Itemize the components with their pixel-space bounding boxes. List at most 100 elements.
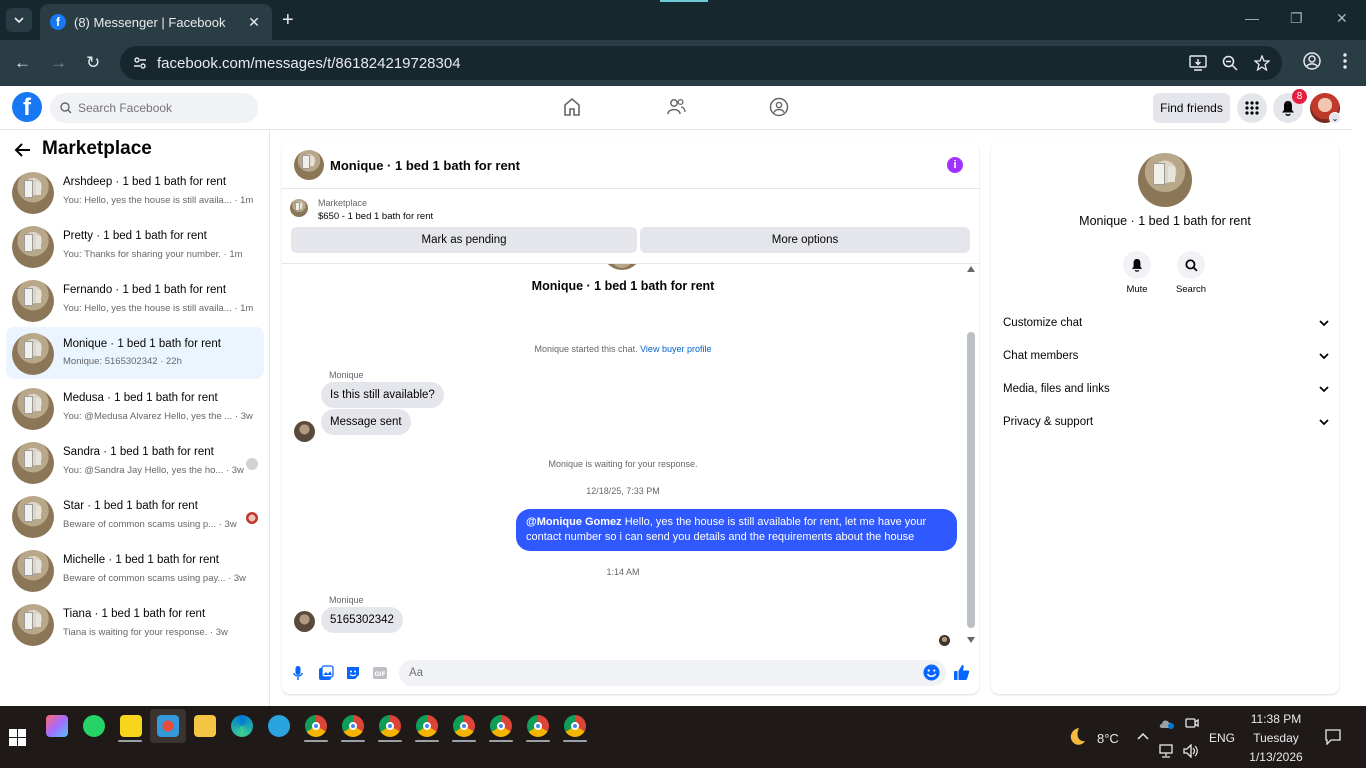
scroll-down-arrow-icon[interactable] — [967, 637, 975, 643]
chrome-icon[interactable] — [305, 715, 327, 737]
incoming-message[interactable]: Message sent — [321, 409, 411, 435]
telegram-icon[interactable] — [268, 715, 290, 737]
groups-icon[interactable] — [769, 97, 789, 117]
app-icon[interactable] — [157, 715, 179, 737]
chrome-icon[interactable] — [453, 715, 475, 737]
network-icon[interactable] — [1159, 744, 1177, 758]
sticky-notes-icon[interactable] — [120, 715, 142, 737]
conversation-item[interactable]: Pretty · 1 bed 1 bath for rent You: Than… — [6, 222, 264, 274]
friends-icon[interactable] — [666, 97, 686, 117]
new-tab-plus-icon[interactable]: + — [282, 9, 294, 32]
chat-members-section[interactable]: Chat members — [1003, 343, 1329, 369]
chrome-icon[interactable] — [564, 715, 586, 737]
forward-arrow-icon[interactable]: → — [50, 53, 67, 73]
whatsapp-icon[interactable] — [83, 715, 105, 737]
clock-date[interactable]: 1/13/2026 — [1244, 750, 1308, 764]
bookmark-star-icon[interactable] — [1254, 55, 1270, 71]
page-scrollbar[interactable] — [1352, 86, 1366, 706]
weather-moon-icon[interactable] — [1065, 726, 1087, 748]
outgoing-message[interactable]: @Monique Gomez Hello, yes the house is s… — [516, 509, 957, 551]
tab-search-button[interactable] — [6, 8, 32, 32]
chrome-icon[interactable] — [416, 715, 438, 737]
language-indicator[interactable]: ENG — [1209, 731, 1235, 745]
contact-avatar[interactable] — [1138, 153, 1192, 207]
mark-as-pending-button[interactable]: Mark as pending — [291, 227, 637, 253]
gif-icon[interactable]: GIF — [372, 665, 388, 681]
section-label: Chat members — [1003, 350, 1079, 362]
menu-grid-button[interactable] — [1237, 93, 1267, 123]
photo-icon[interactable] — [318, 665, 334, 681]
more-options-button[interactable]: More options — [640, 227, 970, 253]
scroll-up-arrow-icon[interactable] — [967, 266, 975, 272]
chat-title[interactable]: Monique · 1 bed 1 bath for rent — [330, 158, 520, 173]
profile-icon[interactable] — [1303, 52, 1321, 70]
mute-button[interactable]: Mute — [1112, 251, 1162, 295]
view-buyer-profile-link[interactable]: View buyer profile — [640, 344, 711, 354]
back-arrow-icon[interactable]: ← — [14, 53, 31, 73]
privacy-support-section[interactable]: Privacy & support — [1003, 409, 1329, 435]
conversation-item[interactable]: Arshdeep · 1 bed 1 bath for rent You: He… — [6, 168, 264, 220]
listing-thumbnail[interactable] — [290, 199, 308, 217]
clock-day[interactable]: Tuesday — [1244, 731, 1308, 745]
minimize-window-icon[interactable]: — — [1245, 10, 1259, 26]
browser-tab-messenger[interactable]: f (8) Messenger | Facebook ✕ — [40, 4, 272, 40]
chrome-icon[interactable] — [379, 715, 401, 737]
edge-icon[interactable] — [231, 715, 253, 737]
sender-avatar[interactable] — [294, 611, 315, 632]
message-input[interactable] — [399, 660, 946, 686]
facebook-logo-icon[interactable]: f — [12, 92, 42, 122]
maximize-window-icon[interactable]: ❐ — [1290, 10, 1303, 27]
onedrive-icon[interactable] — [1158, 716, 1176, 730]
chevron-up-icon[interactable] — [1137, 732, 1149, 741]
scrollbar-thumb[interactable] — [967, 332, 975, 628]
chrome-icon[interactable] — [342, 715, 364, 737]
chrome-icon[interactable] — [490, 715, 512, 737]
listing-price-title[interactable]: $650 - 1 bed 1 bath for rent — [318, 211, 433, 222]
account-chevron-down-icon[interactable]: ⌄ — [1329, 112, 1341, 124]
install-app-icon[interactable] — [1189, 55, 1207, 71]
back-arrow-icon[interactable] — [14, 142, 32, 158]
reload-icon[interactable]: ↻ — [86, 53, 100, 73]
windows-start-icon[interactable] — [9, 729, 26, 746]
conversation-item[interactable]: Fernando · 1 bed 1 bath for rent You: He… — [6, 276, 264, 328]
copilot-icon[interactable] — [46, 715, 68, 737]
sender-avatar[interactable] — [294, 421, 315, 442]
info-icon[interactable]: i — [947, 157, 963, 173]
emoji-icon[interactable] — [923, 664, 940, 681]
conversation-item[interactable]: Medusa · 1 bed 1 bath for rent You: @Med… — [6, 384, 264, 436]
customize-chat-section[interactable]: Customize chat — [1003, 310, 1329, 336]
mention[interactable]: @Monique Gomez — [526, 516, 622, 528]
conversation-item-active[interactable]: Monique · 1 bed 1 bath for rent Monique:… — [6, 327, 264, 379]
temperature[interactable]: 8°C — [1097, 731, 1119, 746]
conversation-item[interactable]: Michelle · 1 bed 1 bath for rent Beware … — [6, 546, 264, 598]
volume-icon[interactable] — [1183, 744, 1199, 758]
browser-menu-icon[interactable] — [1342, 52, 1348, 70]
conversation-preview: You: Hello, yes the house is still avail… — [63, 303, 254, 314]
site-settings-tune-icon[interactable] — [132, 55, 148, 71]
incoming-message[interactable]: Is this still available? — [321, 382, 444, 408]
search-in-conversation-button[interactable]: Search — [1166, 251, 1216, 295]
search-input[interactable] — [78, 101, 248, 115]
meet-now-icon[interactable] — [1185, 716, 1199, 730]
conversation-item[interactable]: Tiana · 1 bed 1 bath for rent Tiana is w… — [6, 600, 264, 652]
find-friends-button[interactable]: Find friends — [1153, 93, 1230, 123]
zoom-magnifier-icon[interactable] — [1222, 55, 1238, 71]
conversation-item[interactable]: Sandra · 1 bed 1 bath for rent You: @San… — [6, 438, 264, 490]
incoming-message[interactable]: 5165302342 — [321, 607, 403, 633]
sticker-icon[interactable] — [345, 665, 361, 681]
thumbs-up-icon[interactable] — [953, 664, 970, 681]
chat-avatar[interactable] — [294, 150, 324, 180]
clock-time[interactable]: 11:38 PM — [1244, 712, 1308, 726]
file-explorer-icon[interactable] — [194, 715, 216, 737]
media-files-links-section[interactable]: Media, files and links — [1003, 376, 1329, 402]
chrome-icon[interactable] — [527, 715, 549, 737]
address-bar[interactable]: facebook.com/messages/t/861824219728304 — [120, 46, 1282, 80]
tab-close-icon[interactable]: ✕ — [246, 14, 262, 31]
notification-center-icon[interactable] — [1325, 729, 1341, 745]
microphone-icon[interactable] — [293, 665, 303, 681]
conversation-item[interactable]: Star · 1 bed 1 bath for rent Beware of c… — [6, 492, 264, 544]
close-window-icon[interactable]: ✕ — [1336, 10, 1348, 27]
home-icon[interactable] — [563, 97, 581, 117]
message-scrollbar[interactable] — [965, 264, 977, 654]
facebook-search-box[interactable] — [50, 93, 258, 123]
